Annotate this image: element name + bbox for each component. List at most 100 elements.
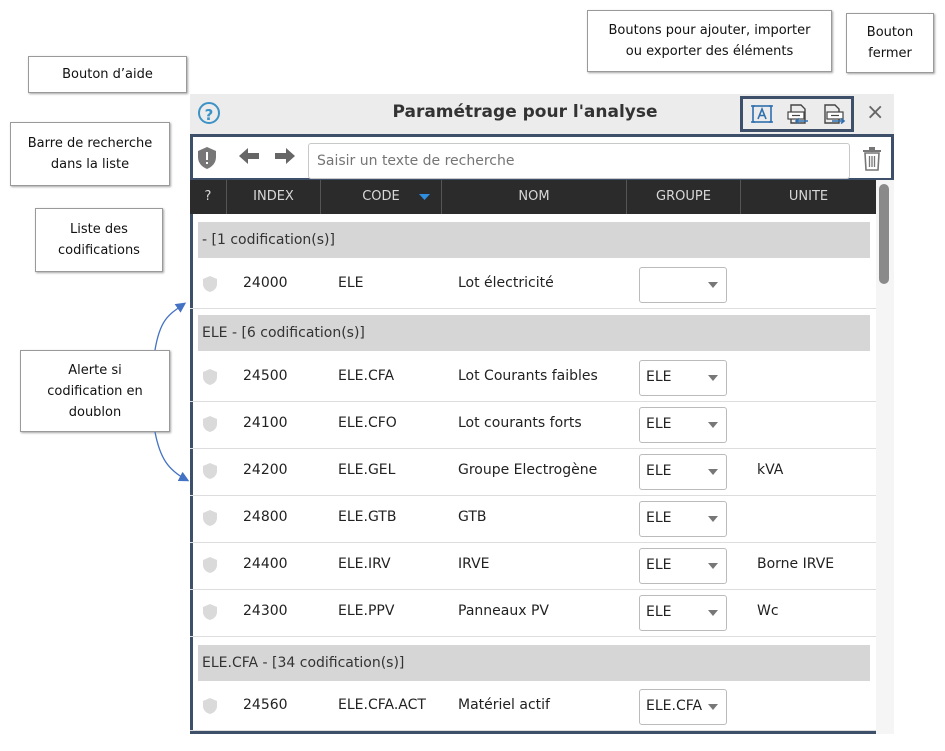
add-element-icon[interactable] — [750, 103, 774, 125]
row-code: ELE.GEL — [338, 462, 396, 478]
vertical-scrollbar[interactable] — [876, 180, 894, 734]
row-index: 24200 — [243, 462, 288, 478]
groupe-dropdown[interactable]: ELE — [639, 454, 727, 490]
column-header-nom[interactable]: NOM — [442, 180, 627, 214]
groupe-dropdown[interactable]: ELE.CFA — [639, 689, 727, 725]
row-code: ELE.PPV — [338, 603, 395, 619]
table-row[interactable]: 24000 ELE Lot électricité — [190, 261, 876, 309]
groupe-dropdown[interactable]: ELE — [639, 501, 727, 537]
row-nom: GTB — [458, 509, 487, 525]
groupe-value: ELE — [646, 416, 672, 432]
row-index: 24000 — [243, 275, 288, 291]
next-arrow-icon[interactable] — [274, 146, 296, 171]
chevron-down-icon — [708, 282, 718, 288]
chevron-down-icon — [708, 704, 718, 710]
row-code: ELE.GTB — [338, 509, 397, 525]
table-row[interactable]: 24200 ELE.GEL Groupe Electrogène ELE kVA — [190, 448, 876, 496]
row-code: ELE.CFA.ACT — [338, 697, 426, 713]
groupe-value: ELE — [646, 369, 672, 385]
table-row[interactable]: 24800 ELE.GTB GTB ELE — [190, 495, 876, 543]
chevron-down-icon — [708, 422, 718, 428]
row-nom: Lot Courants faibles — [458, 368, 598, 384]
row-index: 24400 — [243, 556, 288, 572]
trash-icon[interactable] — [862, 147, 882, 171]
dialog-title: Paramétrage pour l'analyse — [392, 102, 658, 122]
search-input[interactable] — [308, 143, 850, 179]
row-index: 24300 — [243, 603, 288, 619]
column-header-code[interactable]: CODE — [321, 180, 442, 214]
row-unite: Wc — [757, 603, 779, 619]
table-row[interactable]: 24100 ELE.CFO Lot courants forts ELE — [190, 401, 876, 449]
groupe-value: ELE — [646, 604, 672, 620]
chevron-down-icon — [708, 563, 718, 569]
row-unite: kVA — [757, 462, 784, 478]
duplicate-alert-shield-icon — [203, 698, 217, 714]
codification-list: - [1 codification(s)] 24000 ELE Lot élec… — [190, 214, 876, 734]
row-nom: Matériel actif — [458, 697, 550, 713]
duplicate-alert-shield-icon — [203, 604, 217, 620]
import-icon[interactable] — [786, 103, 810, 125]
group-header[interactable]: ELE - [6 codification(s)] — [198, 315, 870, 351]
chevron-down-icon — [708, 375, 718, 381]
chevron-down-icon — [708, 610, 718, 616]
callout-action-buttons: Boutons pour ajouter, importer ou export… — [587, 10, 832, 72]
callout-duplicate-alert: Alerte si codification en doublon — [20, 350, 170, 432]
duplicate-alert-shield-icon — [203, 463, 217, 479]
groupe-dropdown[interactable]: ELE — [639, 595, 727, 631]
row-nom: Groupe Electrogène — [458, 462, 598, 478]
group-header[interactable]: ELE.CFA - [34 codification(s)] — [198, 645, 870, 681]
previous-arrow-icon[interactable] — [238, 146, 260, 171]
chevron-down-icon — [708, 516, 718, 522]
export-icon[interactable] — [822, 103, 846, 125]
table-row[interactable]: 24300 ELE.PPV Panneaux PV ELE Wc — [190, 589, 876, 637]
row-index: 24800 — [243, 509, 288, 525]
sort-descending-icon[interactable] — [419, 194, 431, 202]
shield-filter-icon[interactable] — [196, 146, 218, 170]
group-header[interactable]: - [1 codification(s)] — [198, 222, 870, 258]
callout-help-button: Bouton d’aide — [28, 56, 187, 93]
table-row[interactable]: 24560 ELE.CFA.ACT Matériel actif ELE.CFA — [190, 683, 876, 731]
row-nom: IRVE — [458, 556, 490, 572]
dialog-title-bar: ? Paramétrage pour l'analyse × — [190, 94, 894, 134]
row-code: ELE — [338, 275, 364, 291]
column-header-groupe[interactable]: GROUPE — [627, 180, 741, 214]
callout-close-button: Bouton fermer — [846, 13, 934, 73]
duplicate-alert-shield-icon — [203, 416, 217, 432]
row-index: 24100 — [243, 415, 288, 431]
row-unite: Borne IRVE — [757, 556, 835, 572]
table-row[interactable]: 24400 ELE.IRV IRVE ELE Borne IRVE — [190, 542, 876, 590]
help-icon[interactable]: ? — [198, 102, 220, 124]
duplicate-alert-shield-icon — [203, 276, 217, 292]
groupe-value: ELE — [646, 557, 672, 573]
settings-dialog: ? Paramétrage pour l'analyse × Saisir un… — [190, 94, 894, 734]
row-code: ELE.CFA — [338, 368, 395, 384]
groupe-dropdown[interactable]: ELE — [639, 360, 727, 396]
row-nom: Lot courants forts — [458, 415, 582, 431]
duplicate-alert-shield-icon — [203, 510, 217, 526]
row-code: ELE.CFO — [338, 415, 397, 431]
callout-search-bar: Barre de recherche dans la liste — [10, 122, 170, 186]
action-buttons-group — [740, 96, 854, 132]
groupe-value: ELE — [646, 463, 672, 479]
row-index: 24560 — [243, 697, 288, 713]
column-header-code-label: CODE — [362, 189, 400, 204]
row-code: ELE.IRV — [338, 556, 391, 572]
duplicate-alert-shield-icon — [203, 369, 217, 385]
duplicate-alert-shield-icon — [203, 557, 217, 573]
groupe-value: ELE — [646, 510, 672, 526]
callout-code-list: Liste des codifications — [35, 208, 163, 272]
groupe-dropdown[interactable]: ELE — [639, 548, 727, 584]
search-toolbar — [190, 138, 894, 180]
scrollbar-thumb[interactable] — [879, 184, 889, 284]
groupe-value: ELE.CFA — [646, 698, 703, 714]
column-header-unite[interactable]: UNITE — [741, 180, 876, 214]
table-row[interactable]: 24500 ELE.CFA Lot Courants faibles ELE — [190, 354, 876, 402]
column-header-alert[interactable]: ? — [190, 180, 227, 214]
table-header: ? INDEX CODE NOM GROUPE UNITE — [190, 180, 876, 214]
close-icon[interactable]: × — [866, 100, 884, 126]
row-index: 24500 — [243, 368, 288, 384]
groupe-dropdown[interactable] — [639, 267, 727, 303]
groupe-dropdown[interactable]: ELE — [639, 407, 727, 443]
column-header-index[interactable]: INDEX — [227, 180, 321, 214]
row-nom: Panneaux PV — [458, 603, 549, 619]
